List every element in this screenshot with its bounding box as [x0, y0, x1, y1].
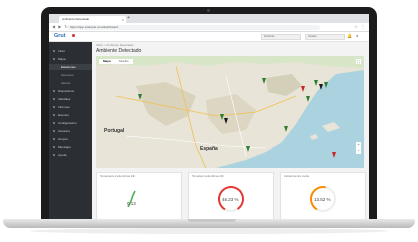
sidebar-item-label: Mapa [58, 57, 66, 61]
sidebar-item-label: Estaciones [61, 65, 76, 69]
laptop-base [3, 219, 415, 228]
sidebar-item[interactable]: Usuarios [49, 128, 92, 134]
webcam [207, 9, 210, 12]
sidebar-item-label: Mensajes [58, 145, 71, 149]
map-marker[interactable] [314, 80, 318, 86]
sidebar-item-icon [53, 122, 55, 124]
sidebar-item-icon [53, 58, 55, 60]
sidebar-item-icon [53, 138, 55, 140]
kpi-card-title: Calidad del aire media [284, 175, 309, 178]
map-marker[interactable] [319, 84, 323, 90]
sidebar-item-icon [53, 114, 55, 116]
sidebar-item-label: Inicio [58, 49, 66, 53]
map-marker[interactable] [284, 126, 288, 132]
sidebar-item[interactable]: Configuración [49, 120, 92, 126]
kpi-card-value: 46.23 % [222, 197, 239, 202]
sidebar-item-label: Sensores [61, 73, 74, 77]
kpi-card-value: 13.52 % [314, 197, 331, 202]
map-marker[interactable] [246, 146, 250, 152]
kpi-cards: Temperatura media últimas 24h 0.13 Humedad… [96, 172, 366, 221]
sidebar-item-icon [53, 90, 55, 92]
sidebar-item-label: Ayuda [58, 153, 67, 157]
kpi-card: Humedad media últimas 24h 46.23 % [188, 172, 274, 221]
map-tab-satellite[interactable]: Satélite [115, 59, 133, 64]
map-marker[interactable] [332, 152, 336, 158]
sidebar-item[interactable]: Estaciones [49, 64, 92, 70]
sidebar-item[interactable]: Grupos [49, 136, 92, 142]
map-label-espana: España [200, 146, 218, 152]
sidebar-item[interactable]: Inicio [49, 48, 92, 54]
sidebar-item-label: Eventos [58, 113, 69, 117]
sidebar-item-label: Dispositivos [58, 89, 75, 93]
fullscreen-icon[interactable]: ⛶ [356, 59, 361, 64]
map-marker[interactable] [324, 82, 328, 88]
map-marker[interactable] [138, 94, 142, 100]
sidebar: Inicio Mapa Estaciones Sensores Alertas Dispo… [49, 42, 92, 221]
sidebar-item-icon [53, 106, 55, 108]
sidebar-item-label: Variables [58, 97, 71, 101]
sidebar-item[interactable]: Mapa [49, 56, 92, 62]
map-marker[interactable] [306, 96, 310, 102]
kpi-card-title: Temperatura media últimas 24h [100, 175, 136, 178]
laptop-screen: Ambiente Detectado × + ◀ ▶ ↻ https://app… [49, 14, 369, 221]
map-marker[interactable] [262, 78, 266, 84]
map-label-portugal: Portugal [104, 128, 125, 134]
logo-dot [72, 34, 75, 37]
map-marker[interactable] [301, 86, 305, 92]
browser-menu-icons[interactable]: ☆ ⋮ [354, 24, 366, 29]
kpi-card-value: 0.13 [127, 201, 136, 206]
sidebar-item[interactable]: Mensajes [49, 144, 92, 150]
zoom-control: + − [356, 142, 361, 154]
sidebar-item-label: Informes [58, 105, 70, 109]
sidebar-item[interactable]: Ayuda [49, 152, 92, 158]
browser-address-row: ◀ ▶ ↻ https://app.example.com/dashboard … [49, 23, 369, 32]
sidebar-item[interactable]: Dispositivos [49, 88, 92, 94]
address-bar[interactable]: https://app.example.com/dashboard [67, 24, 320, 30]
sidebar-item-icon [53, 154, 55, 156]
app-header: Grut Ambiente Usuario 🔔 ● [49, 32, 369, 42]
map-type-tabs: Mapa Satélite [99, 59, 133, 64]
sidebar-item-label: Alertas [61, 81, 71, 85]
sidebar-item[interactable]: Variables [49, 96, 92, 102]
sidebar-item[interactable]: Alertas [49, 80, 92, 86]
map[interactable]: Mapa Satélite ⛶ + − Portugal España [96, 56, 364, 168]
map-marker[interactable] [224, 118, 228, 124]
sidebar-item[interactable]: Eventos [49, 112, 92, 118]
sidebar-item-label: Grupos [58, 137, 68, 141]
sidebar-item[interactable]: Sensores [49, 72, 92, 78]
browser-tab-title: Ambiente Detectado [62, 17, 90, 21]
map-tab-map[interactable]: Mapa [99, 59, 115, 64]
sidebar-item-icon [53, 130, 55, 132]
browser-tab[interactable]: Ambiente Detectado × [59, 16, 126, 23]
app-logo[interactable]: Grut [54, 33, 66, 39]
kpi-card: Calidad del aire media 13.52 % [280, 172, 366, 221]
sidebar-item-icon [53, 98, 55, 100]
laptop-bezel: Ambiente Detectado × + ◀ ▶ ↻ https://app… [41, 7, 377, 221]
new-tab-icon[interactable]: + [127, 15, 130, 21]
sidebar-item-icon [53, 146, 55, 148]
environment-select[interactable]: Ambiente [261, 34, 301, 40]
sidebar-item[interactable]: Informes [49, 104, 92, 110]
user-select[interactable]: Usuario [305, 34, 345, 40]
sidebar-item-label: Usuarios [58, 129, 70, 133]
kpi-card-title: Humedad media últimas 24h [192, 175, 224, 178]
page-title: Ambiente Detectado [96, 48, 142, 54]
sidebar-item-icon [53, 50, 55, 52]
laptop-notch [188, 219, 236, 222]
laptop-shadow [30, 228, 388, 234]
main-content: Inicio > Ambiente Detectado Ambiente Det… [92, 42, 369, 221]
browser-tab-bar: Ambiente Detectado × + [49, 14, 369, 23]
bell-icon[interactable]: 🔔 [347, 33, 352, 38]
kpi-card: Temperatura media últimas 24h 0.13 [96, 172, 182, 221]
sidebar-item-label: Configuración [58, 121, 77, 125]
close-tab-icon[interactable]: × [122, 16, 124, 23]
user-icon[interactable]: ● [356, 33, 358, 38]
sparkline-chart [127, 190, 136, 208]
map-terrain [96, 56, 364, 168]
zoom-out-button[interactable]: − [356, 148, 361, 154]
breadcrumb: Inicio > Ambiente Detectado [96, 43, 134, 47]
